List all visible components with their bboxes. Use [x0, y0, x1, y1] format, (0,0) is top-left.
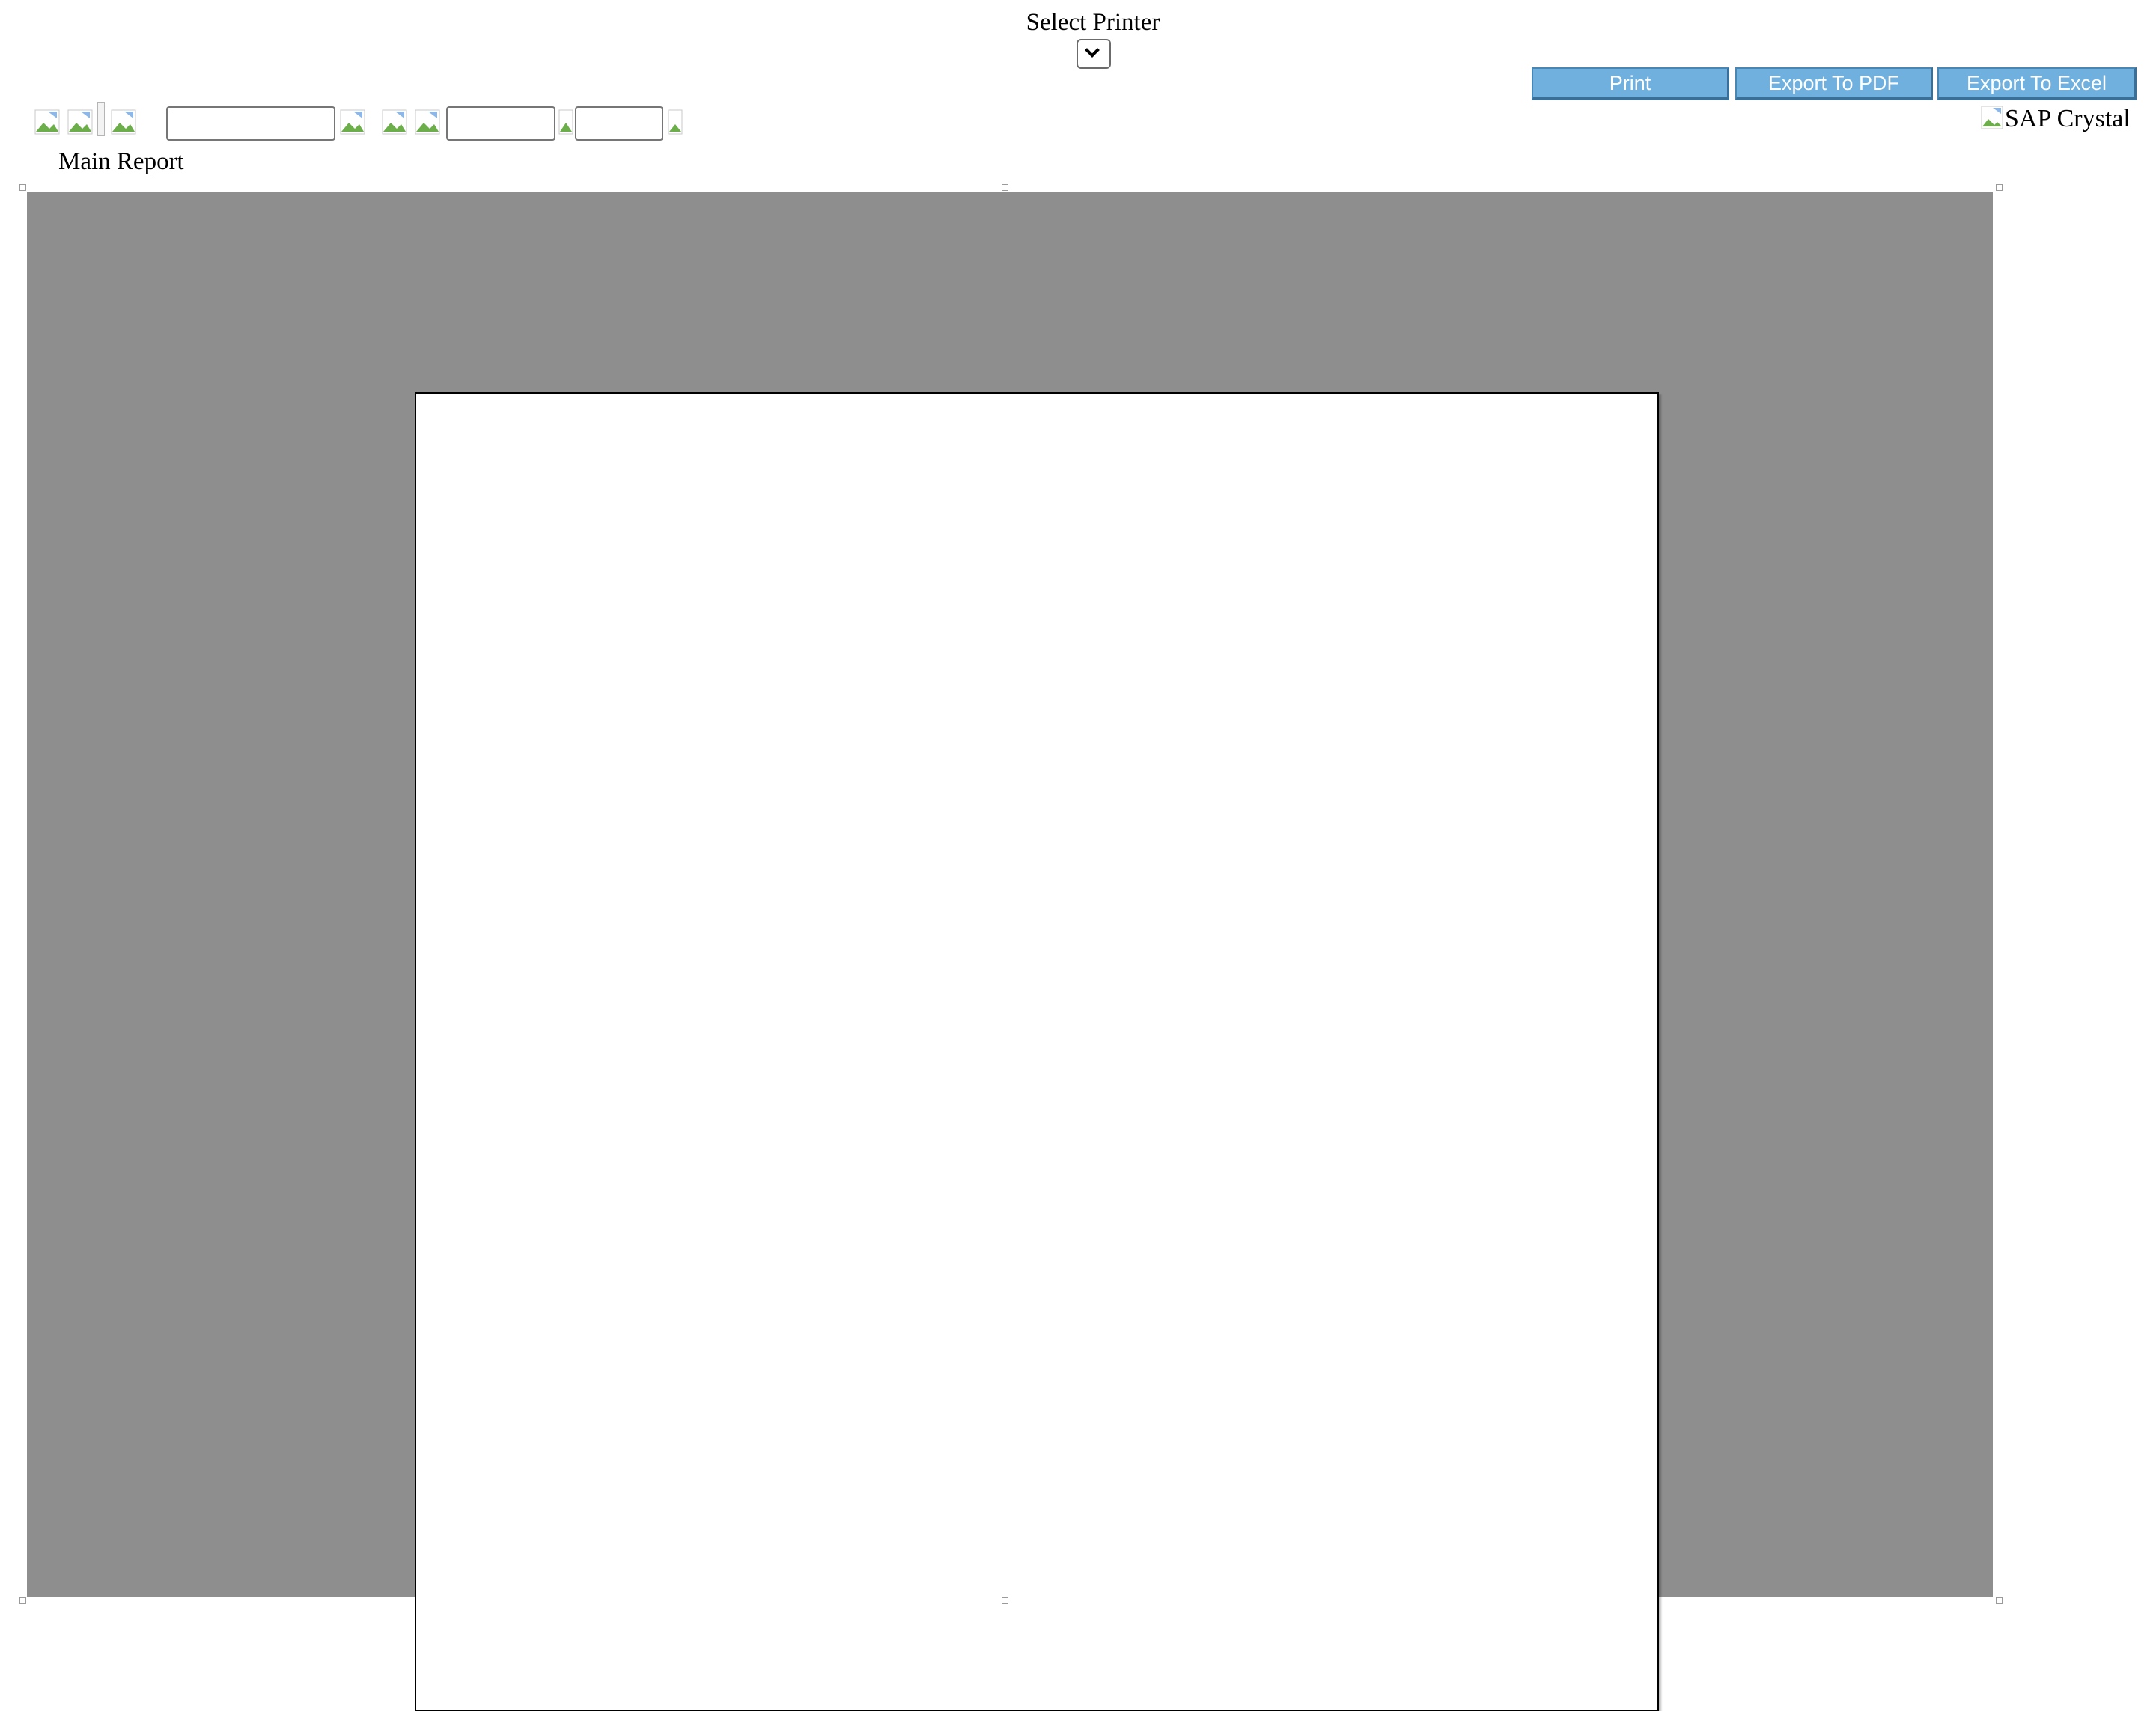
export-excel-button[interactable]: Export To Excel: [1937, 67, 2137, 100]
report-page: [415, 392, 1659, 1711]
resize-handle-bottom-left[interactable]: [19, 1597, 26, 1604]
print-button[interactable]: Print: [1532, 67, 1729, 100]
export-pdf-button[interactable]: Export To PDF: [1735, 67, 1933, 100]
last-page-icon[interactable]: [668, 109, 683, 135]
search-icon[interactable]: [340, 109, 365, 135]
broken-image-icon: [1981, 106, 2003, 136]
report-viewer[interactable]: [27, 192, 1993, 1711]
search-input[interactable]: [166, 106, 335, 141]
toolbar-separator: [97, 102, 105, 136]
printer-select[interactable]: [1077, 39, 1111, 69]
next-page-icon[interactable]: [558, 109, 573, 135]
sap-crystal-logo: SAP Crystal: [1981, 105, 2153, 139]
group-tree-icon[interactable]: [111, 109, 136, 135]
logo-alt-text: SAP Crystal: [2005, 105, 2131, 132]
resize-handle-top-left[interactable]: [19, 184, 26, 191]
chevron-down-icon: [1085, 43, 1100, 58]
print-icon[interactable]: [67, 109, 93, 135]
resize-handle-top-center[interactable]: [1002, 184, 1008, 191]
tab-main-report[interactable]: Main Report: [58, 148, 184, 176]
select-printer-label: Select Printer: [1026, 9, 1160, 36]
page-number-input[interactable]: [446, 106, 555, 141]
export-icon[interactable]: [34, 109, 60, 135]
previous-page-icon[interactable]: [415, 109, 440, 135]
first-page-icon[interactable]: [382, 109, 407, 135]
resize-handle-bottom-right[interactable]: [1996, 1597, 2003, 1604]
zoom-input[interactable]: [575, 106, 663, 141]
resize-handle-bottom-center[interactable]: [1002, 1597, 1008, 1604]
resize-handle-top-right[interactable]: [1996, 184, 2003, 191]
